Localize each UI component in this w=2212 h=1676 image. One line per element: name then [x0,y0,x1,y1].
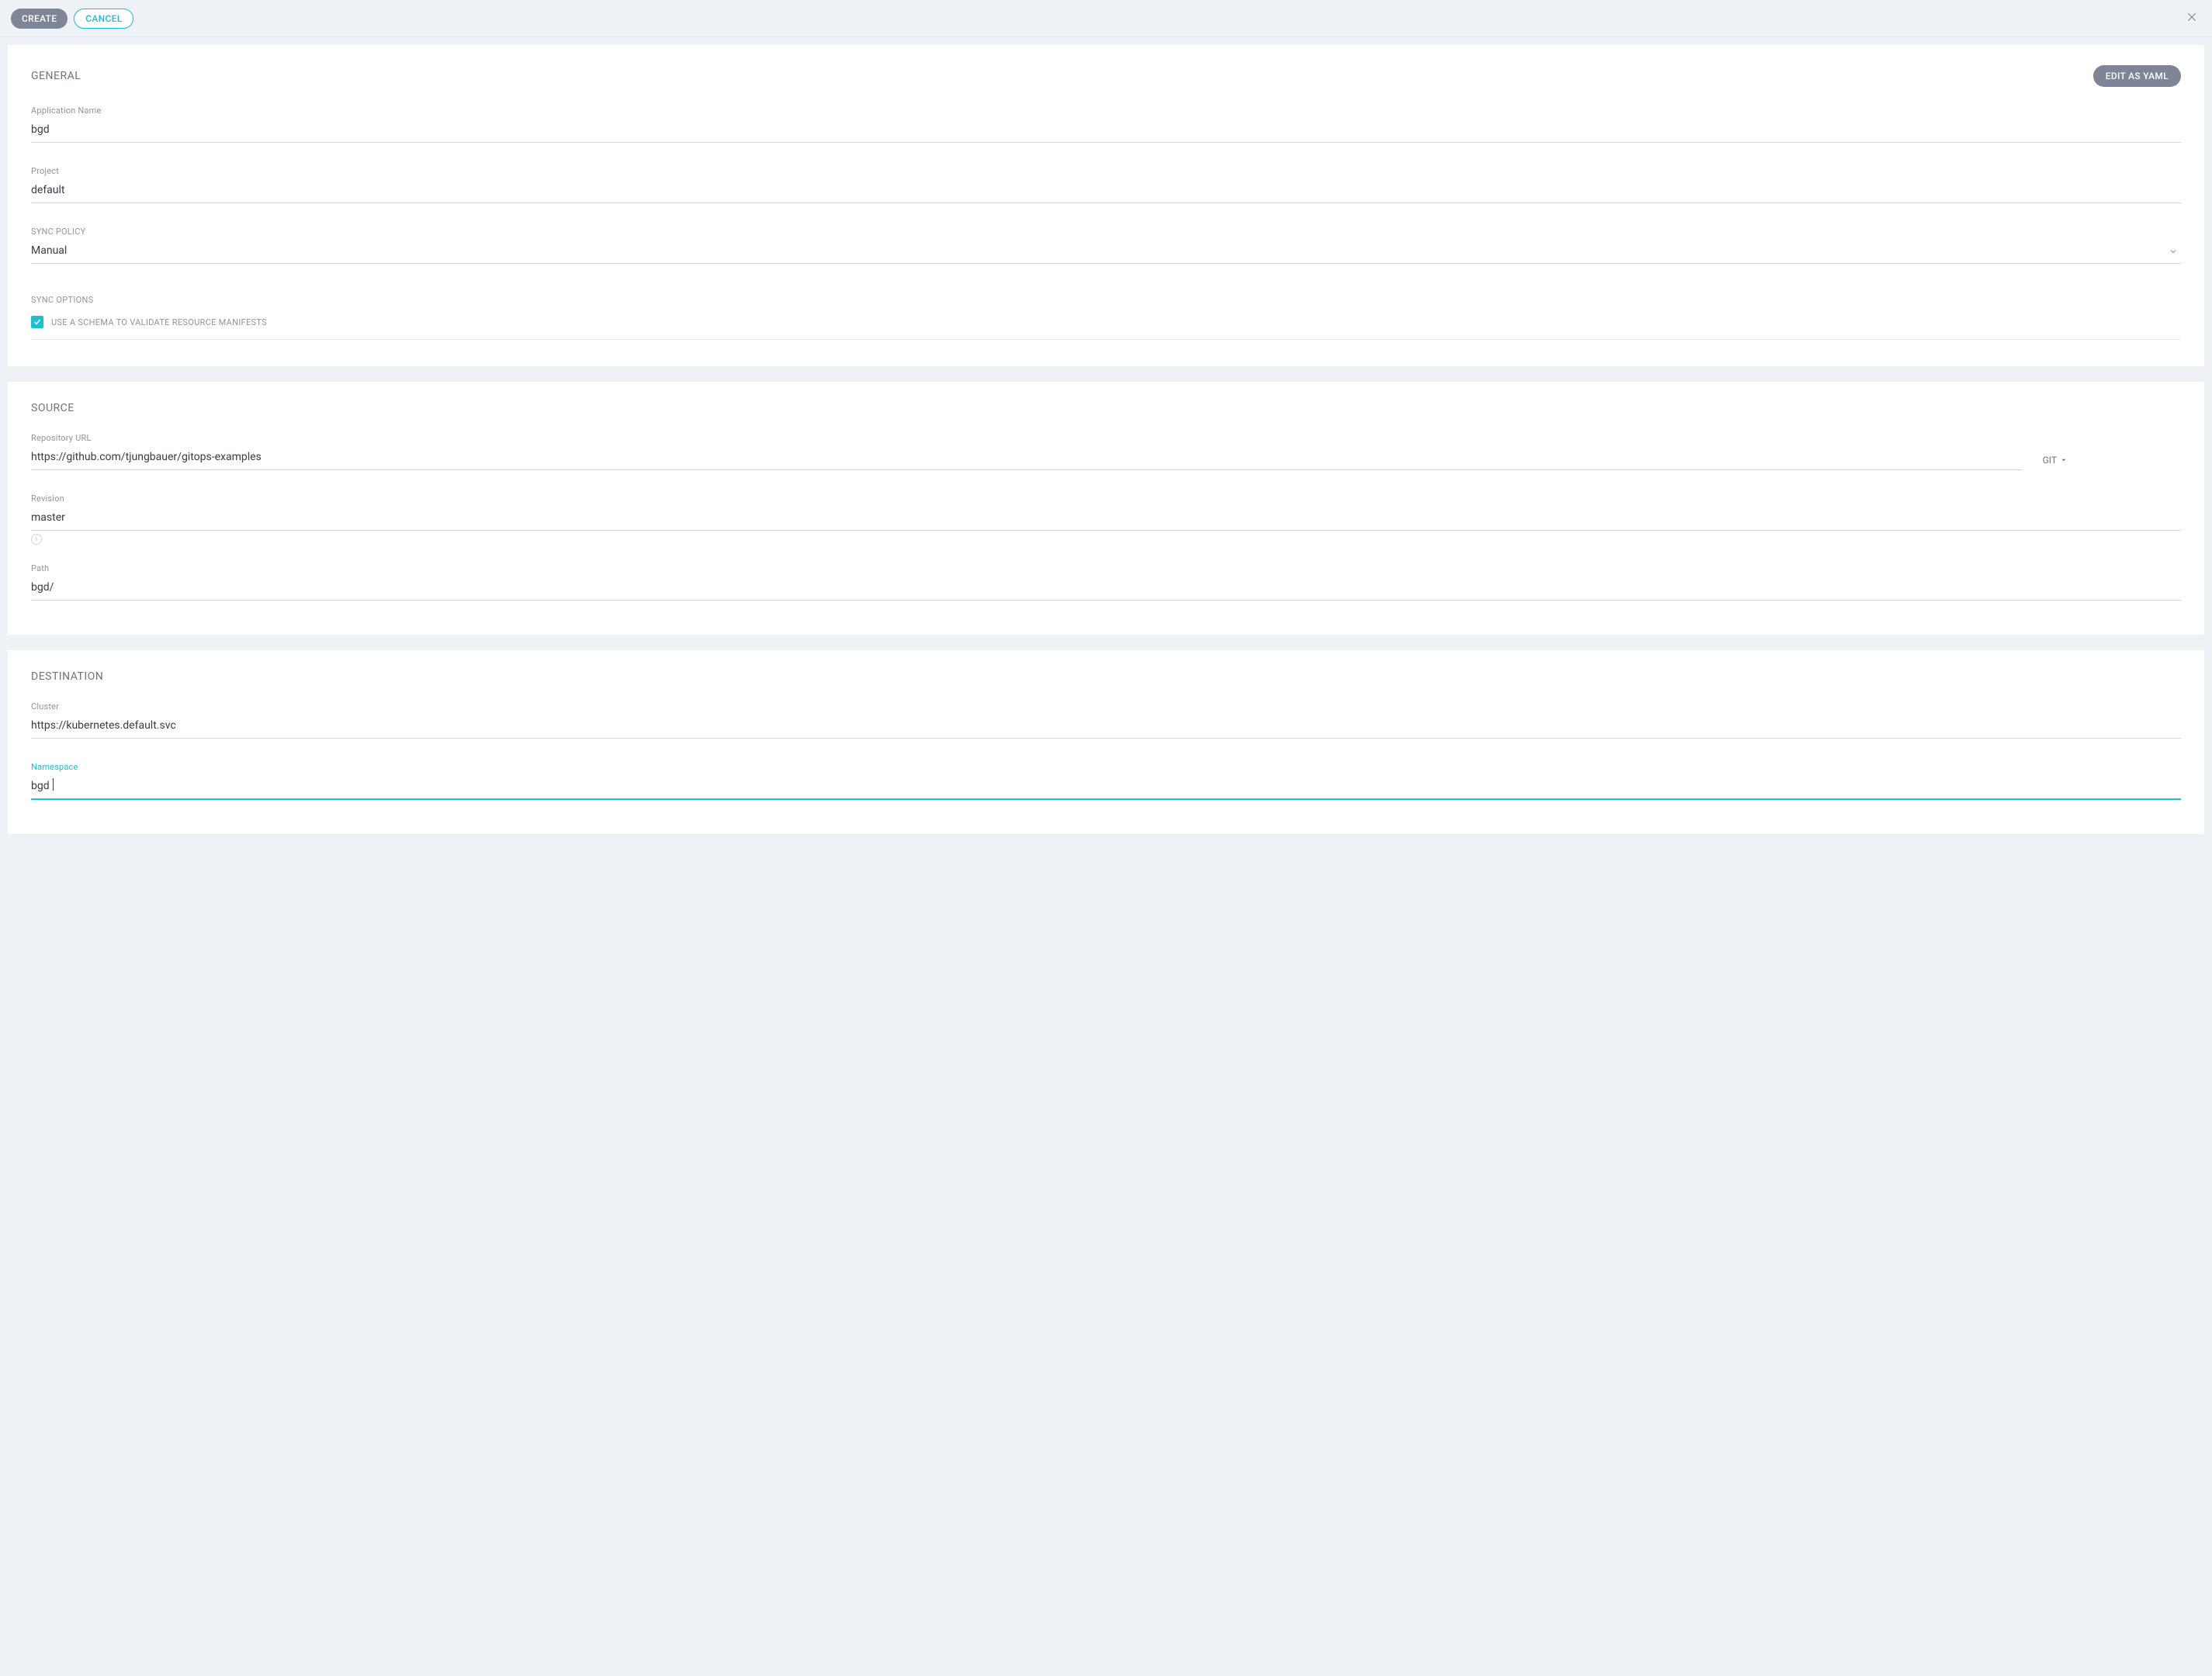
field-project: Project [31,166,2181,203]
schema-validation-checkbox[interactable] [31,316,43,328]
panel-destination-header: DESTINATION [31,670,2181,683]
sync-policy-select[interactable] [31,241,2181,264]
panel-general-title: GENERAL [31,70,81,82]
repo-url-input[interactable] [31,448,2023,470]
panel-source-title: SOURCE [31,402,75,414]
sync-policy-label: SYNC POLICY [31,227,2181,237]
info-icon: i [31,534,42,545]
panel-general-header: GENERAL EDIT AS YAML [31,65,2181,87]
edit-as-yaml-button[interactable]: EDIT AS YAML [2093,65,2181,87]
top-bar: CREATE CANCEL [0,0,2212,37]
revision-label: Revision [31,493,2181,504]
project-label: Project [31,166,2181,176]
check-icon [33,317,42,327]
field-repo-url: Repository URL GIT [31,433,2181,470]
sync-options-label: SYNC OPTIONS [31,295,2181,305]
path-label: Path [31,563,2181,573]
panel-source-header: SOURCE [31,402,2181,414]
repo-url-label: Repository URL [31,433,2181,443]
application-name-label: Application Name [31,106,2181,116]
create-button[interactable]: CREATE [11,9,68,29]
path-input[interactable] [31,578,2181,601]
close-button[interactable] [2183,8,2201,29]
close-icon [2186,11,2198,23]
repo-type-label: GIT [2043,455,2057,466]
cluster-label: Cluster [31,701,2181,712]
field-path: Path [31,563,2181,601]
project-input[interactable] [31,181,2181,203]
field-sync-policy: SYNC POLICY [31,227,2181,264]
panel-general: GENERAL EDIT AS YAML Application Name Pr… [8,45,2204,366]
application-name-input[interactable] [31,120,2181,143]
content: GENERAL EDIT AS YAML Application Name Pr… [0,37,2212,857]
sync-options-section: SYNC OPTIONS USE A SCHEMA TO VALIDATE RE… [31,295,2181,340]
schema-validation-row: USE A SCHEMA TO VALIDATE RESOURCE MANIFE… [31,316,2181,340]
revision-input[interactable] [31,508,2181,531]
field-application-name: Application Name [31,106,2181,143]
repo-type-selector[interactable]: GIT [2038,455,2072,470]
field-namespace: Namespace [31,762,2181,800]
field-cluster: Cluster [31,701,2181,739]
top-bar-buttons: CREATE CANCEL [11,9,133,29]
panel-destination: DESTINATION Cluster Namespace [8,650,2204,834]
field-revision: Revision i [31,493,2181,545]
schema-validation-label: USE A SCHEMA TO VALIDATE RESOURCE MANIFE… [51,317,267,327]
cancel-button[interactable]: CANCEL [74,9,133,29]
panel-source: SOURCE Repository URL GIT Revision i Pat… [8,382,2204,635]
cluster-input[interactable] [31,716,2181,739]
panel-destination-title: DESTINATION [31,670,103,683]
namespace-label: Namespace [31,762,2181,772]
namespace-input[interactable] [31,777,2181,800]
caret-down-icon [2060,456,2068,464]
